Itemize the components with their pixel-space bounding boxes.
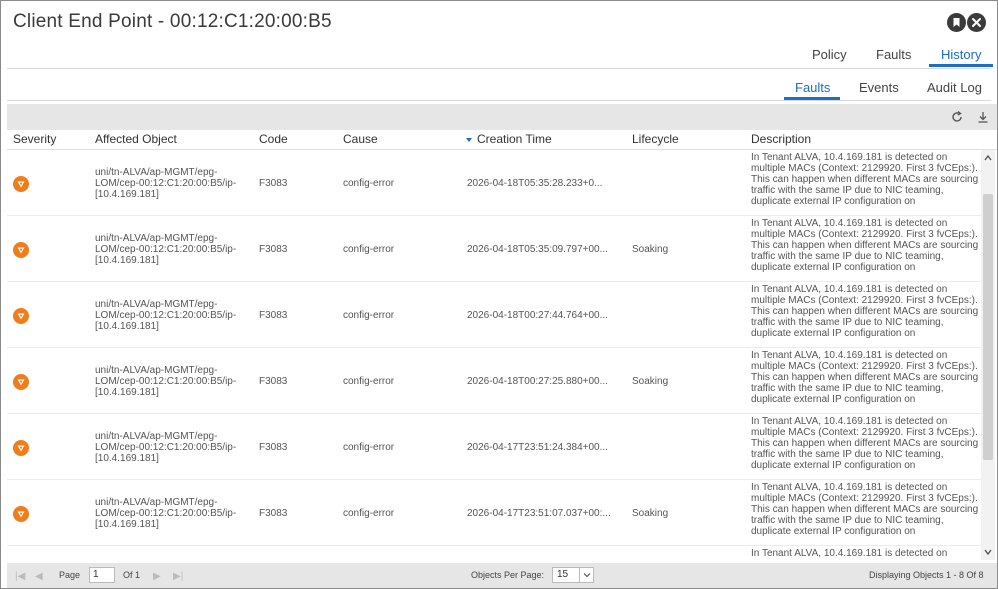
page-count-label: Of 1 [123, 570, 141, 580]
col-severity[interactable]: Severity [13, 132, 56, 146]
bookmark-button[interactable] [947, 13, 966, 32]
creation-time-cell: 2026-04-18T00:27:44.764+00... [467, 310, 608, 321]
scroll-up-icon[interactable] [984, 154, 992, 162]
top-tabs-divider [7, 68, 991, 69]
warning-severity-icon [13, 506, 29, 522]
refresh-icon[interactable] [950, 110, 964, 124]
vertical-scrollbar[interactable] [981, 150, 995, 560]
affected-object-cell: uni/tn-ALVA/ap-MGMT/epg-LOM/cep-00:12:C1… [95, 497, 237, 530]
grid-toolbar [7, 104, 997, 130]
subtab-events[interactable]: Events [859, 80, 899, 95]
col-creation-time[interactable]: Creation Time [477, 132, 552, 146]
dialog-title: Client End Point - 00:12:C1:20:00:B5 [13, 11, 332, 32]
objects-per-page-label: Objects Per Page: [471, 570, 545, 580]
table-row[interactable]: uni/tn-ALVA/ap-MGMT/epg-LOM/cep-00:12:C1… [7, 216, 981, 282]
tab-history[interactable]: History [941, 47, 981, 62]
objects-per-page-value: 15 [557, 569, 569, 580]
description-cell: In Tenant ALVA, 10.4.169.181 is detected… [751, 218, 979, 273]
table-row[interactable]: uni/tn-ALVA/ap-MGMT/epg-LOM/cep-00:12:C1… [7, 480, 981, 546]
creation-time-cell: 2026-04-18T05:35:28.233+0... [467, 178, 603, 189]
sub-tabs-divider [7, 100, 991, 101]
table-header: Severity Affected Object Code Cause Crea… [7, 130, 997, 150]
cause-cell: config-error [343, 508, 395, 519]
affected-object-cell: uni/tn-ALVA/ap-MGMT/epg-LOM/cep-00:12:C1… [95, 299, 237, 332]
lifecycle-cell: Soaking [632, 244, 669, 255]
affected-object-cell: uni/tn-ALVA/ap-MGMT/epg-LOM/cep-00:12:C1… [95, 431, 237, 464]
code-cell: F3083 [259, 442, 288, 453]
prev-page-icon[interactable]: ◀ [35, 571, 43, 582]
description-cell: In Tenant ALVA, 10.4.169.181 is detected… [751, 152, 979, 207]
first-page-icon[interactable]: |◀ [15, 571, 25, 582]
creation-time-cell: 2026-04-18T00:27:25.880+00... [467, 376, 608, 387]
close-button[interactable] [967, 13, 986, 32]
scrollbar-thumb[interactable] [983, 194, 993, 460]
tab-faults[interactable]: Faults [876, 47, 911, 62]
objects-per-page-select[interactable]: 15 [552, 567, 594, 583]
cause-cell: config-error [343, 244, 395, 255]
code-cell: F3083 [259, 508, 288, 519]
table-row[interactable]: In Tenant ALVA, 10.4.169.181 is detected… [7, 546, 981, 560]
pagination-bar: |◀ ◀ Page 1 Of 1 ▶ ▶| Objects Per Page: … [7, 563, 997, 588]
cause-cell: config-error [343, 310, 395, 321]
chevron-down-icon[interactable] [579, 568, 593, 582]
code-cell: F3083 [259, 376, 288, 387]
code-cell: F3083 [259, 310, 288, 321]
creation-time-cell: 2026-04-17T23:51:07.037+00:... [467, 508, 611, 519]
warning-severity-icon [13, 440, 29, 456]
cause-cell: config-error [343, 376, 395, 387]
fault-rows: uni/tn-ALVA/ap-MGMT/epg-LOM/cep-00:12:C1… [7, 150, 981, 560]
col-affected-object[interactable]: Affected Object [95, 132, 177, 146]
client-end-point-dialog: Client End Point - 00:12:C1:20:00:B5 Pol… [0, 0, 998, 589]
creation-time-cell: 2026-04-17T23:51:24.384+00... [467, 442, 608, 453]
bookmark-icon [953, 18, 960, 27]
subtab-faults[interactable]: Faults [795, 80, 830, 95]
warning-severity-icon [13, 176, 29, 192]
lifecycle-cell: Soaking [632, 376, 669, 387]
warning-severity-icon [13, 374, 29, 390]
cause-cell: config-error [343, 442, 395, 453]
warning-severity-icon [13, 308, 29, 324]
description-cell: In Tenant ALVA, 10.4.169.181 is detected… [751, 284, 979, 339]
affected-object-cell: uni/tn-ALVA/ap-MGMT/epg-LOM/cep-00:12:C1… [95, 167, 237, 200]
tab-history-underline [929, 64, 993, 67]
table-row[interactable]: uni/tn-ALVA/ap-MGMT/epg-LOM/cep-00:12:C1… [7, 282, 981, 348]
subtab-audit-log[interactable]: Audit Log [927, 80, 982, 95]
sort-descending-icon [466, 138, 472, 142]
page-label: Page [59, 570, 81, 580]
table-row[interactable]: uni/tn-ALVA/ap-MGMT/epg-LOM/cep-00:12:C1… [7, 150, 981, 216]
displaying-objects-label: Displaying Objects 1 - 8 Of 8 [869, 570, 984, 580]
lifecycle-cell: Soaking [632, 508, 669, 519]
next-page-icon[interactable]: ▶ [153, 571, 161, 582]
download-icon[interactable] [976, 110, 990, 124]
creation-time-cell: 2026-04-18T05:35:09.797+00... [467, 244, 608, 255]
affected-object-cell: uni/tn-ALVA/ap-MGMT/epg-LOM/cep-00:12:C1… [95, 365, 237, 398]
close-icon [972, 18, 981, 27]
description-cell: In Tenant ALVA, 10.4.169.181 is detected… [751, 416, 979, 471]
description-cell: In Tenant ALVA, 10.4.169.181 is detected… [751, 350, 979, 405]
code-cell: F3083 [259, 244, 288, 255]
table-row[interactable]: uni/tn-ALVA/ap-MGMT/epg-LOM/cep-00:12:C1… [7, 414, 981, 480]
table-row[interactable]: uni/tn-ALVA/ap-MGMT/epg-LOM/cep-00:12:C1… [7, 348, 981, 414]
affected-object-cell: uni/tn-ALVA/ap-MGMT/epg-LOM/cep-00:12:C1… [95, 233, 237, 266]
col-cause[interactable]: Cause [343, 132, 378, 146]
cause-cell: config-error [343, 178, 395, 189]
description-cell: In Tenant ALVA, 10.4.169.181 is detected… [751, 548, 948, 559]
scroll-down-icon[interactable] [984, 548, 992, 556]
code-cell: F3083 [259, 178, 288, 189]
col-code[interactable]: Code [259, 132, 288, 146]
page-number-input[interactable]: 1 [89, 567, 115, 583]
warning-severity-icon [13, 242, 29, 258]
last-page-icon[interactable]: ▶| [173, 571, 183, 582]
tab-policy[interactable]: Policy [812, 47, 847, 62]
description-cell: In Tenant ALVA, 10.4.169.181 is detected… [751, 482, 979, 537]
col-lifecycle[interactable]: Lifecycle [632, 132, 679, 146]
col-description[interactable]: Description [751, 132, 811, 146]
